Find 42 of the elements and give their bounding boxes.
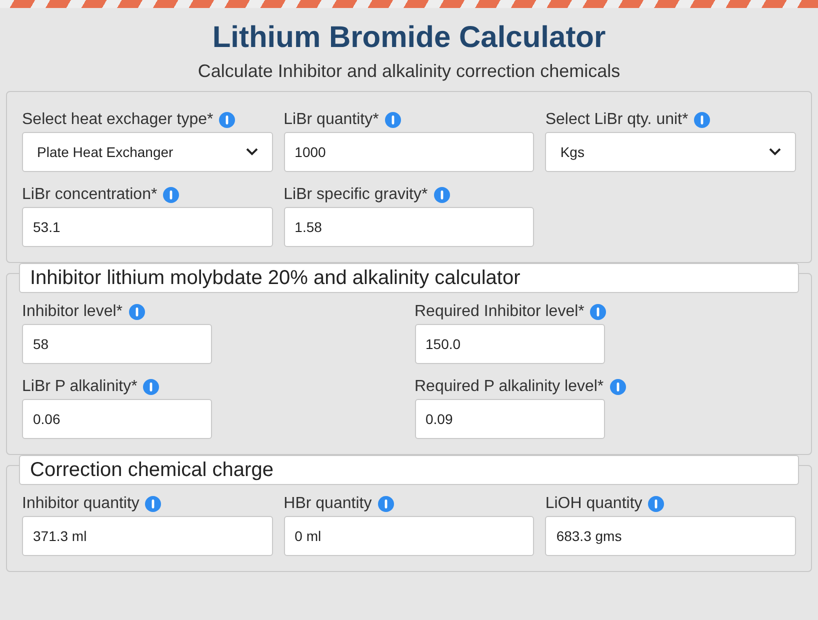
chevron-down-icon (769, 148, 781, 156)
section-legend: Correction chemical charge (19, 455, 799, 485)
dropdown[interactable]: Plate Heat Exchanger (22, 132, 273, 172)
info-icon (648, 496, 664, 512)
info-icon (610, 378, 626, 394)
field-label: LiBr concentration* (22, 184, 158, 204)
info-icon (143, 378, 160, 394)
page-title: Lithium Bromide Calculator (212, 20, 606, 56)
field-label: LiOH quantity (545, 494, 642, 514)
chevron-down-icon (246, 148, 258, 156)
dropdown[interactable]: Kgs (545, 132, 796, 172)
info-icon (145, 496, 162, 512)
field-label: Required Inhibitor level* (414, 302, 584, 322)
field-label: Required P alkalinity level* (414, 376, 604, 396)
input-field[interactable]: 58 (22, 324, 212, 364)
info-icon (128, 304, 144, 320)
field-label: HBr quantity (284, 494, 372, 514)
input-field[interactable]: 1000 (284, 132, 534, 172)
field-label: Select LiBr qty. unit* (545, 110, 688, 130)
field-label: LiBr P alkalinity* (22, 376, 138, 396)
info-icon (378, 496, 394, 512)
field-label: Select heat exchager type* (22, 110, 214, 130)
info-icon (434, 186, 450, 202)
info-icon (590, 304, 606, 320)
info-icon (384, 112, 401, 128)
input-field[interactable]: 371.3 ml (22, 516, 273, 556)
input-field[interactable]: 0.09 (414, 399, 604, 439)
input-field[interactable]: 0.06 (22, 399, 212, 439)
info-icon (219, 112, 236, 128)
field-label: Inhibitor quantity (22, 494, 140, 514)
info-icon (694, 112, 710, 128)
input-field[interactable]: 0 ml (284, 516, 534, 556)
section-legend: Inhibitor lithium molybdate 20% and alkalinity calculator (19, 263, 799, 293)
page-subtitle: Calculate Inhibitor and alkalinity correction chemicals (198, 60, 620, 83)
field-label: LiBr quantity* (284, 110, 379, 130)
input-field[interactable]: 150.0 (414, 324, 604, 364)
input-field[interactable]: 683.3 gms (545, 516, 796, 556)
field-label: Inhibitor level* (22, 302, 122, 322)
field-label: LiBr specific gravity* (284, 184, 428, 204)
input-field[interactable]: 1.58 (284, 207, 534, 247)
info-icon (163, 186, 180, 202)
input-field[interactable]: 53.1 (22, 207, 273, 247)
